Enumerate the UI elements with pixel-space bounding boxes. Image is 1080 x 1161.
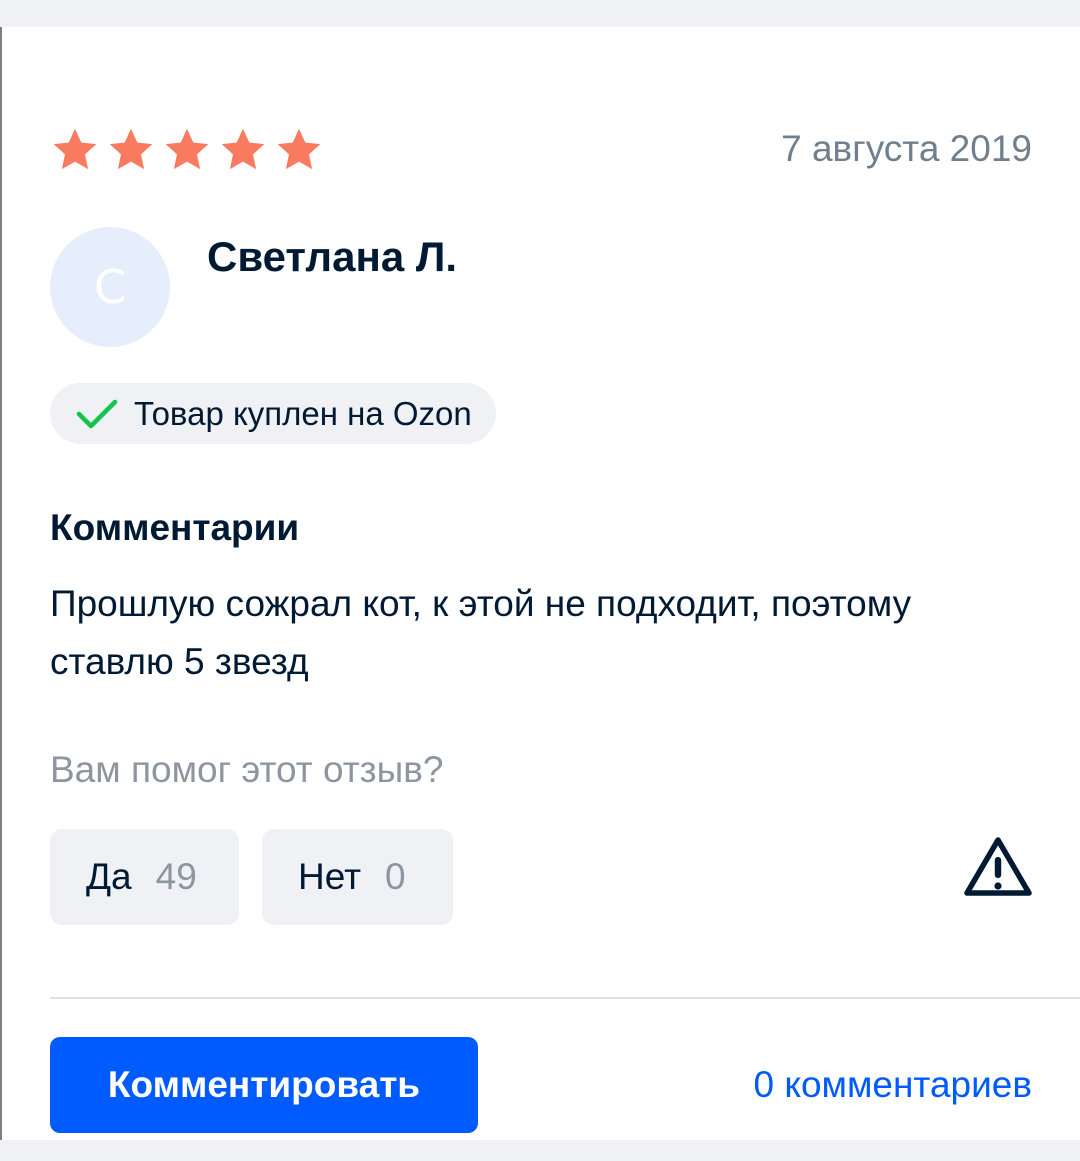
comments-count-link[interactable]: 0 комментариев: [753, 1063, 1032, 1107]
author-name: Светлана Л.: [207, 233, 457, 280]
checkmark-icon: [76, 398, 118, 430]
comment-heading: Комментарии: [50, 507, 300, 548]
review-text: Прошлую сожрал кот, к этой не подходит, …: [50, 583, 912, 682]
helpful-question: Вам помог этот отзыв?: [50, 749, 444, 790]
vote-yes-button[interactable]: Да 49: [50, 829, 239, 925]
vote-no-count: 0: [385, 856, 406, 897]
star-icon: [106, 125, 156, 175]
review-card: 7 августа 2019 С Светлана Л. Товар купле…: [0, 27, 1080, 1140]
review-date: 7 августа 2019: [781, 128, 1032, 169]
vote-no-button[interactable]: Нет 0: [262, 829, 453, 925]
star-icon: [162, 125, 212, 175]
star-icon: [218, 125, 268, 175]
avatar-initial: С: [93, 260, 127, 314]
warning-triangle-icon[interactable]: [962, 835, 1034, 899]
rating-stars: [50, 125, 324, 175]
verified-purchase-badge: Товар куплен на Ozon: [50, 383, 496, 444]
vote-no-label: Нет: [298, 856, 362, 897]
star-icon: [274, 125, 324, 175]
divider: [50, 997, 1080, 999]
avatar: С: [50, 227, 170, 347]
star-icon: [50, 125, 100, 175]
vote-yes-label: Да: [86, 856, 132, 897]
verified-label: Товар куплен на Ozon: [134, 394, 472, 432]
vote-yes-count: 49: [155, 856, 197, 897]
comment-button[interactable]: Комментировать: [50, 1037, 478, 1133]
